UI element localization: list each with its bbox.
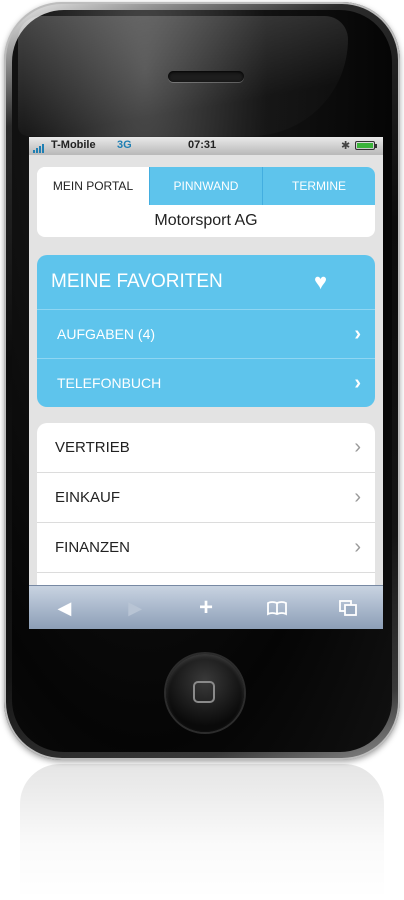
bluetooth-icon: ✱ [341, 140, 351, 152]
chevron-right-icon: › [354, 536, 361, 558]
carrier-name: T-Mobile [51, 139, 96, 151]
favorites-item-telefonbuch[interactable]: TELEFONBUCH › [37, 359, 375, 407]
favorites-item-label: TELEFONBUCH [57, 375, 162, 391]
chevron-right-icon: › [354, 486, 361, 508]
add-icon[interactable]: + [186, 593, 226, 623]
home-icon [193, 681, 215, 703]
favorites-header[interactable]: MEINE FAVORITEN ♥ [37, 255, 375, 310]
earpiece-speaker [168, 71, 244, 82]
network-type: 3G [117, 139, 132, 151]
bookmarks-icon[interactable] [257, 593, 297, 623]
list-item-vertrieb[interactable]: VERTRIEB › [37, 423, 375, 473]
portal-header: MEIN PORTAL PINNWAND TERMINE Motorsport … [37, 167, 375, 237]
favorites-title: MEINE FAVORITEN [51, 271, 223, 292]
list-item-label: FINANZEN [55, 539, 130, 556]
list-item-label: EINKAUF [55, 489, 121, 506]
list-item-finanzen[interactable]: FINANZEN › [37, 523, 375, 573]
back-icon[interactable]: ◀ [44, 593, 84, 623]
chevron-right-icon: › [354, 371, 361, 394]
status-bar: T-Mobile 3G 07:31 ✱ [29, 137, 383, 155]
phone-frame: T-Mobile 3G 07:31 ✱ MEIN PORTAL PINNWAND… [4, 2, 400, 760]
signal-icon [33, 141, 45, 153]
battery-icon [355, 141, 377, 150]
favorites-item-label: AUFGABEN (4) [57, 326, 156, 342]
tab-mein-portal[interactable]: MEIN PORTAL [37, 167, 149, 205]
tab-bar: MEIN PORTAL PINNWAND TERMINE [37, 167, 375, 205]
heart-icon: ♥ [313, 269, 327, 294]
pages-icon[interactable] [328, 593, 368, 623]
favorites-item-aufgaben[interactable]: AUFGABEN (4) › [37, 310, 375, 359]
favorites-panel: MEINE FAVORITEN ♥ AUFGABEN (4) › TELEFON… [37, 255, 375, 407]
clock: 07:31 [188, 139, 217, 151]
phone-screen: T-Mobile 3G 07:31 ✱ MEIN PORTAL PINNWAND… [29, 137, 383, 629]
home-button[interactable] [166, 654, 244, 732]
forward-icon[interactable]: ▶ [115, 593, 155, 623]
chevron-right-icon: › [354, 436, 361, 458]
tab-termine[interactable]: TERMINE [262, 167, 375, 205]
list-item-label: VERTRIEB [55, 439, 130, 456]
list-item-einkauf[interactable]: EINKAUF › [37, 473, 375, 523]
company-name: Motorsport AG [154, 212, 258, 229]
tab-pinnwand[interactable]: PINNWAND [149, 167, 262, 205]
phone-reflection [20, 764, 384, 900]
browser-toolbar: ◀ ▶ + [29, 585, 383, 629]
chevron-right-icon: › [354, 322, 361, 345]
